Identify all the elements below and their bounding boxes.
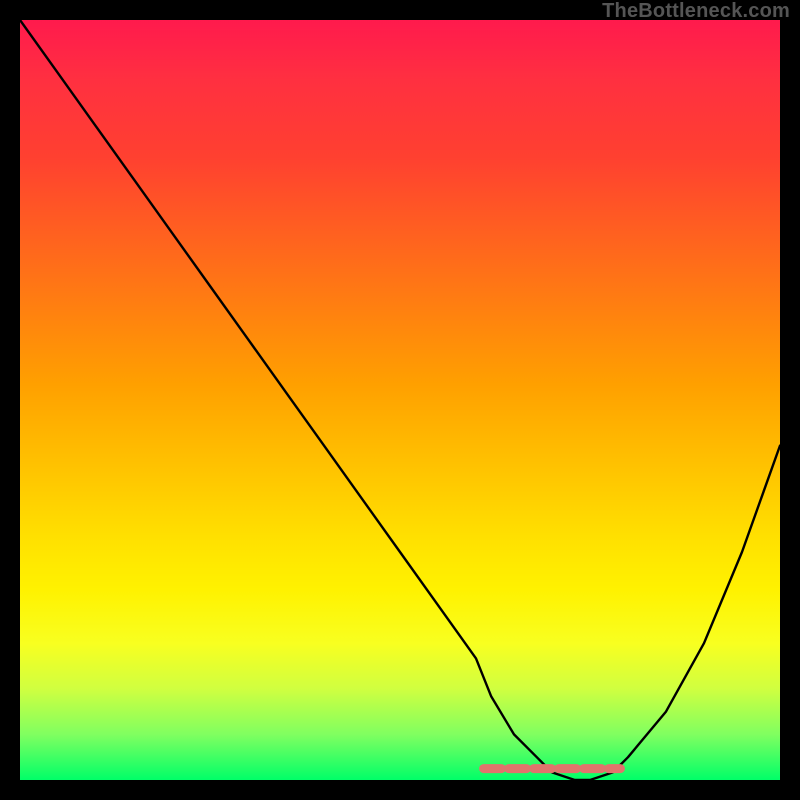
chart-plot-area xyxy=(20,20,780,780)
watermark-text: TheBottleneck.com xyxy=(602,0,790,23)
chart-canvas: TheBottleneck.com xyxy=(0,0,800,800)
